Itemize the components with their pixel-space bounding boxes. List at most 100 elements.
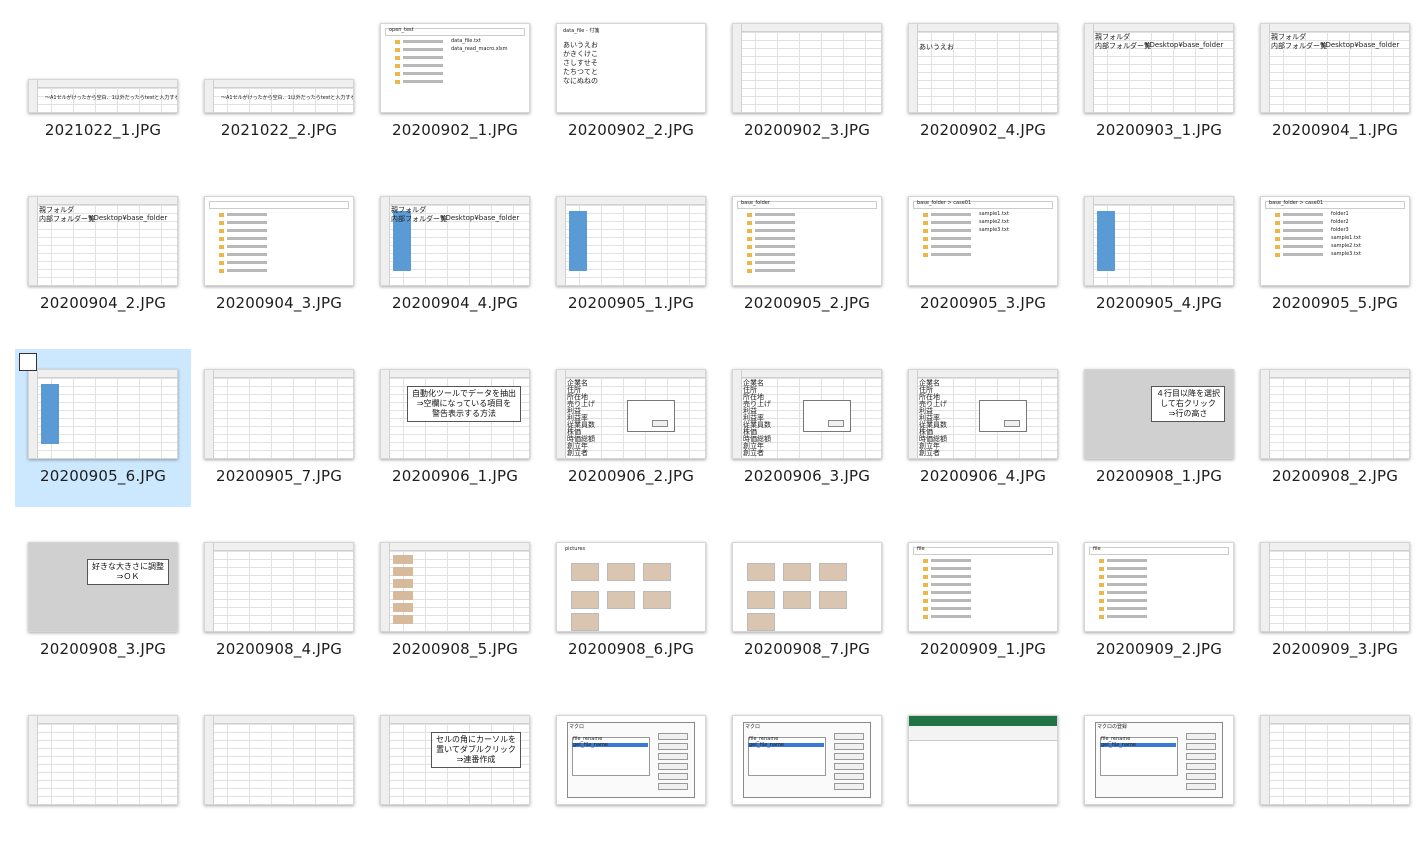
thumbnail-area: 親フォルダ 内部フォルダー覧 ¥Desktop¥base_folder bbox=[15, 176, 191, 286]
thumbnail-area: 〜A1セルがけったから空白、1以外だったらtestと入力する bbox=[191, 3, 367, 113]
file-tile[interactable]: マクロ file_rename get_file_name bbox=[543, 695, 719, 853]
sheet-preview bbox=[1261, 716, 1409, 804]
entry-line bbox=[403, 64, 443, 67]
file-tile[interactable]: open_test data_file.txt data_read_macro.xl… bbox=[367, 3, 543, 161]
explorer-title: base_folder > case01 bbox=[917, 200, 972, 206]
file-tile[interactable]: マクロ file_rename get_file_name bbox=[719, 695, 895, 853]
file-tile[interactable]: 親フォルダ 内部フォルダー覧 ¥Desktop¥base_folder 2020090… bbox=[367, 176, 543, 334]
folder-icon bbox=[923, 245, 928, 249]
column-header bbox=[557, 197, 705, 205]
file-tile[interactable]: 企業名 住所 所在地 売り上げ 利益 利益率 従業員数 株価 時価総額 創立年 創立者 2020090… bbox=[543, 349, 719, 507]
folder-icon bbox=[395, 72, 400, 76]
entry-line bbox=[1107, 591, 1147, 594]
folder-icon bbox=[1099, 615, 1104, 619]
file-thumbnail: base_folder bbox=[732, 196, 882, 286]
thumbnail-area: base_folder > case01 folder1 folder2 folder… bbox=[1247, 176, 1422, 286]
photo-thumb bbox=[819, 563, 847, 581]
select-checkbox[interactable] bbox=[19, 353, 37, 371]
file-tile[interactable] bbox=[15, 695, 191, 853]
file-thumbnail: マクロ file_rename get_file_name bbox=[556, 715, 706, 805]
file-tile[interactable]: 自動化ツールでデータを抽出 ⇒空欄になっている項目を 警告表示する方法 20200… bbox=[367, 349, 543, 507]
file-thumbnail: 企業名 住所 所在地 売り上げ 利益 利益率 従業員数 株価 時価総額 創立年 創立者 bbox=[908, 369, 1058, 459]
file-tile[interactable]: base_folder 20200905_2.JPG bbox=[719, 176, 895, 334]
file-tile[interactable]: 20200905_7.JPG bbox=[191, 349, 367, 507]
file-tile[interactable]: セルの角にカーソルを 置いてダブルクリック ⇒連番作成 bbox=[367, 695, 543, 853]
dialog-button bbox=[658, 773, 688, 780]
thumbnail-area bbox=[1071, 176, 1247, 286]
file-tile[interactable]: 20200902_3.JPG bbox=[719, 3, 895, 161]
column-header bbox=[29, 370, 177, 378]
file-thumbnail: 〜A1セルがけったから空白、1以外だったらtestと入力する bbox=[204, 79, 354, 113]
file-tile[interactable]: base_folder > case01 folder1 folder2 folder… bbox=[1247, 176, 1422, 334]
thumbnail-area bbox=[191, 522, 367, 632]
folder-icon bbox=[923, 237, 928, 241]
file-tile[interactable]: マクロの登録 file_rename get_file_name bbox=[1071, 695, 1247, 853]
entry-line bbox=[931, 591, 971, 594]
entry-line bbox=[227, 237, 267, 240]
file-tile[interactable]: 〜A1セルがけったから空白、1以外だったらtestと入力する 2021022_1.… bbox=[15, 3, 191, 161]
file-tile[interactable]: 企業名 住所 所在地 売り上げ 利益 利益率 従業員数 株価 時価総額 創立年 創立者 2020090… bbox=[719, 349, 895, 507]
entry-line bbox=[931, 583, 971, 586]
file-tile[interactable]: file 20200909_1.JPG bbox=[895, 522, 1071, 680]
column-header bbox=[1261, 24, 1409, 32]
folder-icon bbox=[923, 583, 928, 587]
file-tile[interactable] bbox=[1247, 695, 1422, 853]
file-thumbnail: 自動化ツールでデータを抽出 ⇒空欄になっている項目を 警告表示する方法 bbox=[380, 369, 530, 459]
file-tile[interactable]: pictures 20200908_6.JPG bbox=[543, 522, 719, 680]
file-tile[interactable]: 20200909_3.JPG bbox=[1247, 522, 1422, 680]
file-tile[interactable]: 20200905_6.JPG bbox=[15, 349, 191, 507]
path-cell: ¥Desktop¥base_folder bbox=[1321, 41, 1400, 49]
file-tile[interactable]: 20200904_3.JPG bbox=[191, 176, 367, 334]
file-tile[interactable]: 〜A1セルがけったから空白、1以外だったらtestと入力する 2021022_2.… bbox=[191, 3, 367, 161]
row-header bbox=[909, 370, 918, 458]
folder-icon bbox=[1275, 245, 1280, 249]
folder-icon bbox=[747, 245, 752, 249]
file-tile[interactable]: 親フォルダ 内部フォルダー覧 ¥Desktop¥base_folder 2020090… bbox=[1247, 3, 1422, 161]
file-tile[interactable]: 20200908_2.JPG bbox=[1247, 349, 1422, 507]
column-header bbox=[29, 197, 177, 205]
thumbnail-area bbox=[895, 695, 1071, 805]
folder-icon bbox=[1275, 229, 1280, 233]
folder-icon bbox=[923, 221, 928, 225]
file-tile[interactable]: 企業名 住所 所在地 売り上げ 利益 利益率 従業員数 株価 時価総額 創立年 創立者 2020090… bbox=[895, 349, 1071, 507]
msgbox bbox=[979, 400, 1027, 432]
file-tile[interactable]: 20200905_4.JPG bbox=[1071, 176, 1247, 334]
entry-line bbox=[403, 40, 443, 43]
photo-thumb bbox=[747, 563, 775, 581]
file-thumbnail: 企業名 住所 所在地 売り上げ 利益 利益率 従業員数 株価 時価総額 創立年 創立者 bbox=[732, 369, 882, 459]
thumbnail-area bbox=[191, 349, 367, 459]
file-tile[interactable]: ４行目以降を選択 して右クリック ⇒行の高さ 20200908_1.JPG bbox=[1071, 349, 1247, 507]
folder-icon bbox=[395, 48, 400, 52]
entry-line bbox=[1283, 213, 1323, 216]
macro-name: get_file_name bbox=[749, 742, 785, 748]
file-tile[interactable]: 20200908_5.JPG bbox=[367, 522, 543, 680]
file-tile[interactable]: 親フォルダ 内部フォルダー覧 ¥Desktop¥base_folder 2020090… bbox=[1071, 3, 1247, 161]
file-tile[interactable]: data_file - 付箋 あいうえお かきくけこ さしすせそ たちつてと なにぬねの 2… bbox=[543, 3, 719, 161]
file-tile[interactable]: base_folder > case01 sample1.txt sample2.t… bbox=[895, 176, 1071, 334]
folder-icon bbox=[923, 567, 928, 571]
entry-line bbox=[931, 559, 971, 562]
explorer-item: data_read_macro.xlsm bbox=[451, 46, 508, 52]
file-tile[interactable]: 20200905_1.JPG bbox=[543, 176, 719, 334]
dialog-button bbox=[658, 733, 688, 740]
photo-thumb bbox=[571, 591, 599, 609]
thumbnail-area: file bbox=[895, 522, 1071, 632]
msgbox bbox=[627, 400, 675, 432]
file-tile[interactable]: あいうえお 20200902_4.JPG bbox=[895, 3, 1071, 161]
dialog-button bbox=[834, 743, 864, 750]
file-thumbnail bbox=[1260, 369, 1410, 459]
file-thumbnail: open_test data_file.txt data_read_macro.xl… bbox=[380, 23, 530, 113]
file-tile[interactable] bbox=[895, 695, 1071, 853]
file-tile[interactable]: 20200908_7.JPG bbox=[719, 522, 895, 680]
file-tile[interactable]: 好きな大きさに調整 ⇒ＯＫ 20200908_3.JPG bbox=[15, 522, 191, 680]
cell-label: 創立者 bbox=[567, 449, 588, 457]
file-tile[interactable] bbox=[191, 695, 367, 853]
row-header bbox=[381, 716, 390, 804]
file-thumbnail: base_folder > case01 sample1.txt sample2.t… bbox=[908, 196, 1058, 286]
file-thumbnail: 親フォルダ 内部フォルダー覧 ¥Desktop¥base_folder bbox=[1084, 23, 1234, 113]
sheet-preview bbox=[205, 370, 353, 458]
file-tile[interactable]: file 20200909_2.JPG bbox=[1071, 522, 1247, 680]
file-tile[interactable]: 20200908_4.JPG bbox=[191, 522, 367, 680]
file-tile[interactable]: 親フォルダ 内部フォルダー覧 ¥Desktop¥base_folder 2020090… bbox=[15, 176, 191, 334]
entry-line bbox=[931, 229, 971, 232]
